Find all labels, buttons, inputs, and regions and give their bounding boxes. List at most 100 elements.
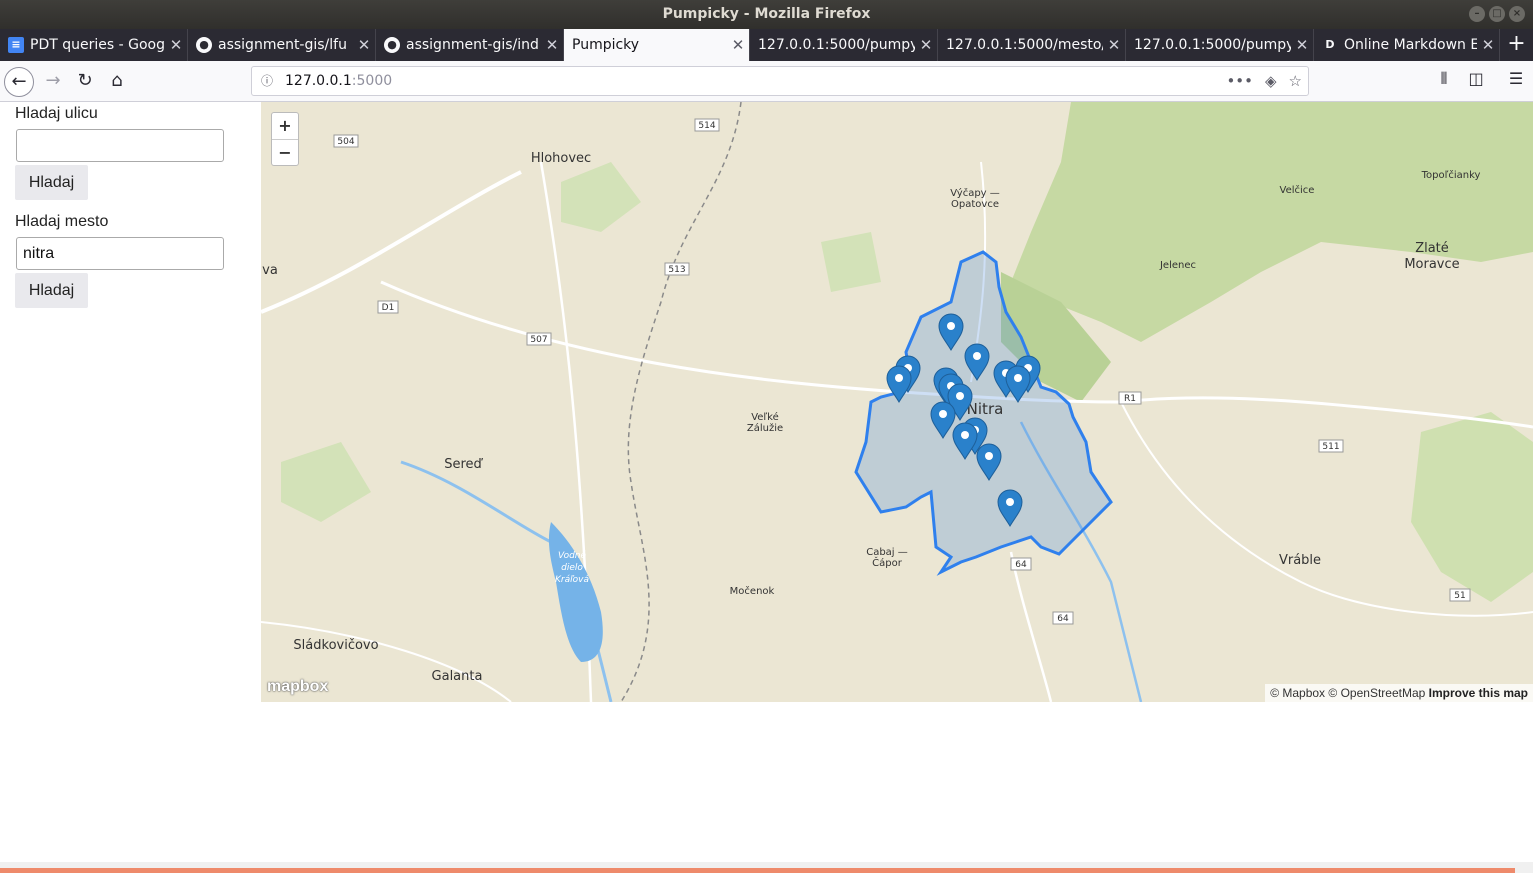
close-tab-icon[interactable]: ✕	[1291, 36, 1313, 54]
place-label: Sereď	[444, 457, 483, 472]
close-tab-icon[interactable]: ✕	[1103, 36, 1125, 54]
street-search-label: Hladaj ulicu	[15, 105, 98, 122]
menu-icon[interactable]: ☰	[1505, 69, 1527, 89]
improve-map-link[interactable]: Improve this map	[1429, 686, 1528, 700]
zoom-out-button[interactable]: −	[272, 139, 298, 165]
tab-title: PDT queries - Goog	[30, 37, 165, 53]
street-search-button[interactable]: Hladaj	[15, 165, 88, 200]
tab-localhost-pumpy-2[interactable]: 127.0.0.1:5000/pumpy ✕	[1126, 29, 1314, 61]
place-label: Výčapy —	[950, 187, 1000, 199]
bottom-progress-bar	[0, 862, 1533, 873]
attribution-mapbox-link[interactable]: © Mapbox	[1270, 686, 1325, 700]
place-label: Cabaj —	[866, 547, 908, 558]
place-label: Zlaté	[1415, 241, 1449, 256]
place-label: Nitra	[967, 400, 1004, 418]
place-label: Kráľová	[555, 575, 589, 585]
svg-text:D1: D1	[382, 303, 395, 313]
city-search-input[interactable]	[16, 237, 224, 270]
place-label: Opatovce	[951, 199, 999, 210]
district-border	[620, 102, 742, 702]
close-tab-icon[interactable]: ✕	[727, 36, 749, 54]
place-label: Vráble	[1279, 553, 1321, 568]
site-info-icon[interactable]: ⓘ	[261, 67, 277, 95]
forest-area	[281, 442, 371, 522]
place-label: dielo	[561, 563, 583, 573]
window-title: Pumpicky - Mozilla Firefox	[662, 6, 871, 22]
tab-title: Online Markdown E	[1344, 37, 1477, 53]
tab-assignment-gis-1[interactable]: ● assignment-gis/lfu ✕	[188, 29, 376, 61]
place-label: Zálužie	[747, 422, 783, 434]
google-docs-icon: ≡	[8, 37, 24, 53]
forest-area	[821, 232, 881, 292]
tab-title: Pumpicky	[572, 37, 640, 53]
place-label: Topoľčianky	[1421, 169, 1481, 181]
zoom-control: + −	[271, 112, 299, 166]
place-label: Velčice	[1280, 184, 1315, 196]
zoom-in-button[interactable]: +	[272, 113, 298, 139]
place-label: Jelenec	[1159, 260, 1196, 271]
svg-text:513: 513	[668, 265, 685, 275]
library-icon[interactable]: ⫴	[1433, 69, 1455, 89]
forward-icon[interactable]: →	[38, 67, 68, 97]
svg-text:514: 514	[698, 121, 715, 131]
tab-title: assignment-gis/ind	[406, 37, 539, 53]
close-tab-icon[interactable]: ✕	[915, 36, 937, 54]
map-attribution: © Mapbox © OpenStreetMap Improve this ma…	[1265, 684, 1533, 702]
city-search-label: Hladaj mesto	[15, 213, 109, 230]
back-icon[interactable]: ←	[4, 67, 34, 97]
close-tab-icon[interactable]: ✕	[353, 36, 375, 54]
search-sidebar: Hladaj ulicu Hladaj Hladaj mesto Hladaj	[0, 102, 261, 702]
bookmark-star-icon[interactable]: ☆	[1289, 67, 1302, 95]
tab-online-markdown[interactable]: D Online Markdown E ✕	[1314, 29, 1500, 61]
map-canvas: 504 514 513 D1 507 R1 511 64 64 51 Hloho…	[261, 102, 1533, 702]
forest-area	[561, 162, 641, 232]
mapbox-logo[interactable]: mapbox	[267, 678, 328, 696]
svg-text:64: 64	[1015, 560, 1027, 570]
svg-text:507: 507	[530, 335, 547, 345]
url-bar[interactable]: ⓘ 127.0.0.1:5000 ••• ◈ ☆	[251, 66, 1309, 96]
tab-strip: ≡ PDT queries - Goog ✕ ● assignment-gis/…	[0, 29, 1533, 61]
forest-area	[1011, 102, 1533, 342]
tab-pumpicky[interactable]: Pumpicky ✕	[564, 29, 750, 61]
tab-title: assignment-gis/lfu	[218, 37, 347, 53]
tab-pdt-queries[interactable]: ≡ PDT queries - Goog ✕	[0, 29, 188, 61]
url-text: 127.0.0.1:5000	[285, 73, 393, 89]
new-tab-icon[interactable]: +	[1500, 29, 1533, 61]
road	[261, 170, 522, 314]
place-label: Galanta	[432, 669, 483, 684]
minimize-icon[interactable]: –	[1469, 6, 1485, 22]
close-tab-icon[interactable]: ✕	[165, 36, 187, 54]
svg-text:504: 504	[337, 137, 354, 147]
tab-localhost-mesto[interactable]: 127.0.0.1:5000/mesto/ ✕	[938, 29, 1126, 61]
close-window-icon[interactable]: ×	[1509, 6, 1525, 22]
navigation-bar: ← → ↻ ⌂ ⓘ 127.0.0.1:5000 ••• ◈ ☆ ⫴ ◫ ☰	[0, 61, 1533, 102]
close-tab-icon[interactable]: ✕	[1477, 36, 1499, 54]
github-icon: ●	[196, 37, 212, 53]
city-search-button[interactable]: Hladaj	[15, 273, 88, 308]
road	[1009, 551, 1053, 702]
svg-text:51: 51	[1454, 591, 1465, 601]
dillinger-icon: D	[1322, 37, 1338, 53]
place-label: Veľké	[751, 411, 779, 423]
svg-text:511: 511	[1322, 442, 1339, 452]
home-icon[interactable]: ⌂	[102, 67, 132, 97]
place-label: Močenok	[730, 585, 775, 597]
place-label: Čápor	[872, 556, 903, 569]
pocket-icon[interactable]: ◈	[1265, 67, 1277, 95]
map[interactable]: 504 514 513 D1 507 R1 511 64 64 51 Hloho…	[261, 102, 1533, 702]
reload-icon[interactable]: ↻	[70, 67, 100, 97]
forest-area	[1411, 412, 1533, 602]
reservoir	[548, 522, 603, 662]
window-title-bar: Pumpicky - Mozilla Firefox – □ ×	[0, 0, 1533, 29]
github-icon: ●	[384, 37, 400, 53]
page-actions-icon[interactable]: •••	[1226, 67, 1253, 95]
svg-text:R1: R1	[1124, 394, 1136, 404]
street-search-input[interactable]	[16, 129, 224, 162]
sidebar-toggle-icon[interactable]: ◫	[1465, 69, 1487, 89]
maximize-icon[interactable]: □	[1489, 6, 1505, 22]
tab-localhost-pumpy-1[interactable]: 127.0.0.1:5000/pumpy ✕	[750, 29, 938, 61]
place-label: Vodné	[558, 550, 587, 561]
tab-assignment-gis-2[interactable]: ● assignment-gis/ind ✕	[376, 29, 564, 61]
close-tab-icon[interactable]: ✕	[541, 36, 563, 54]
attribution-osm-link[interactable]: © OpenStreetMap	[1328, 686, 1425, 700]
